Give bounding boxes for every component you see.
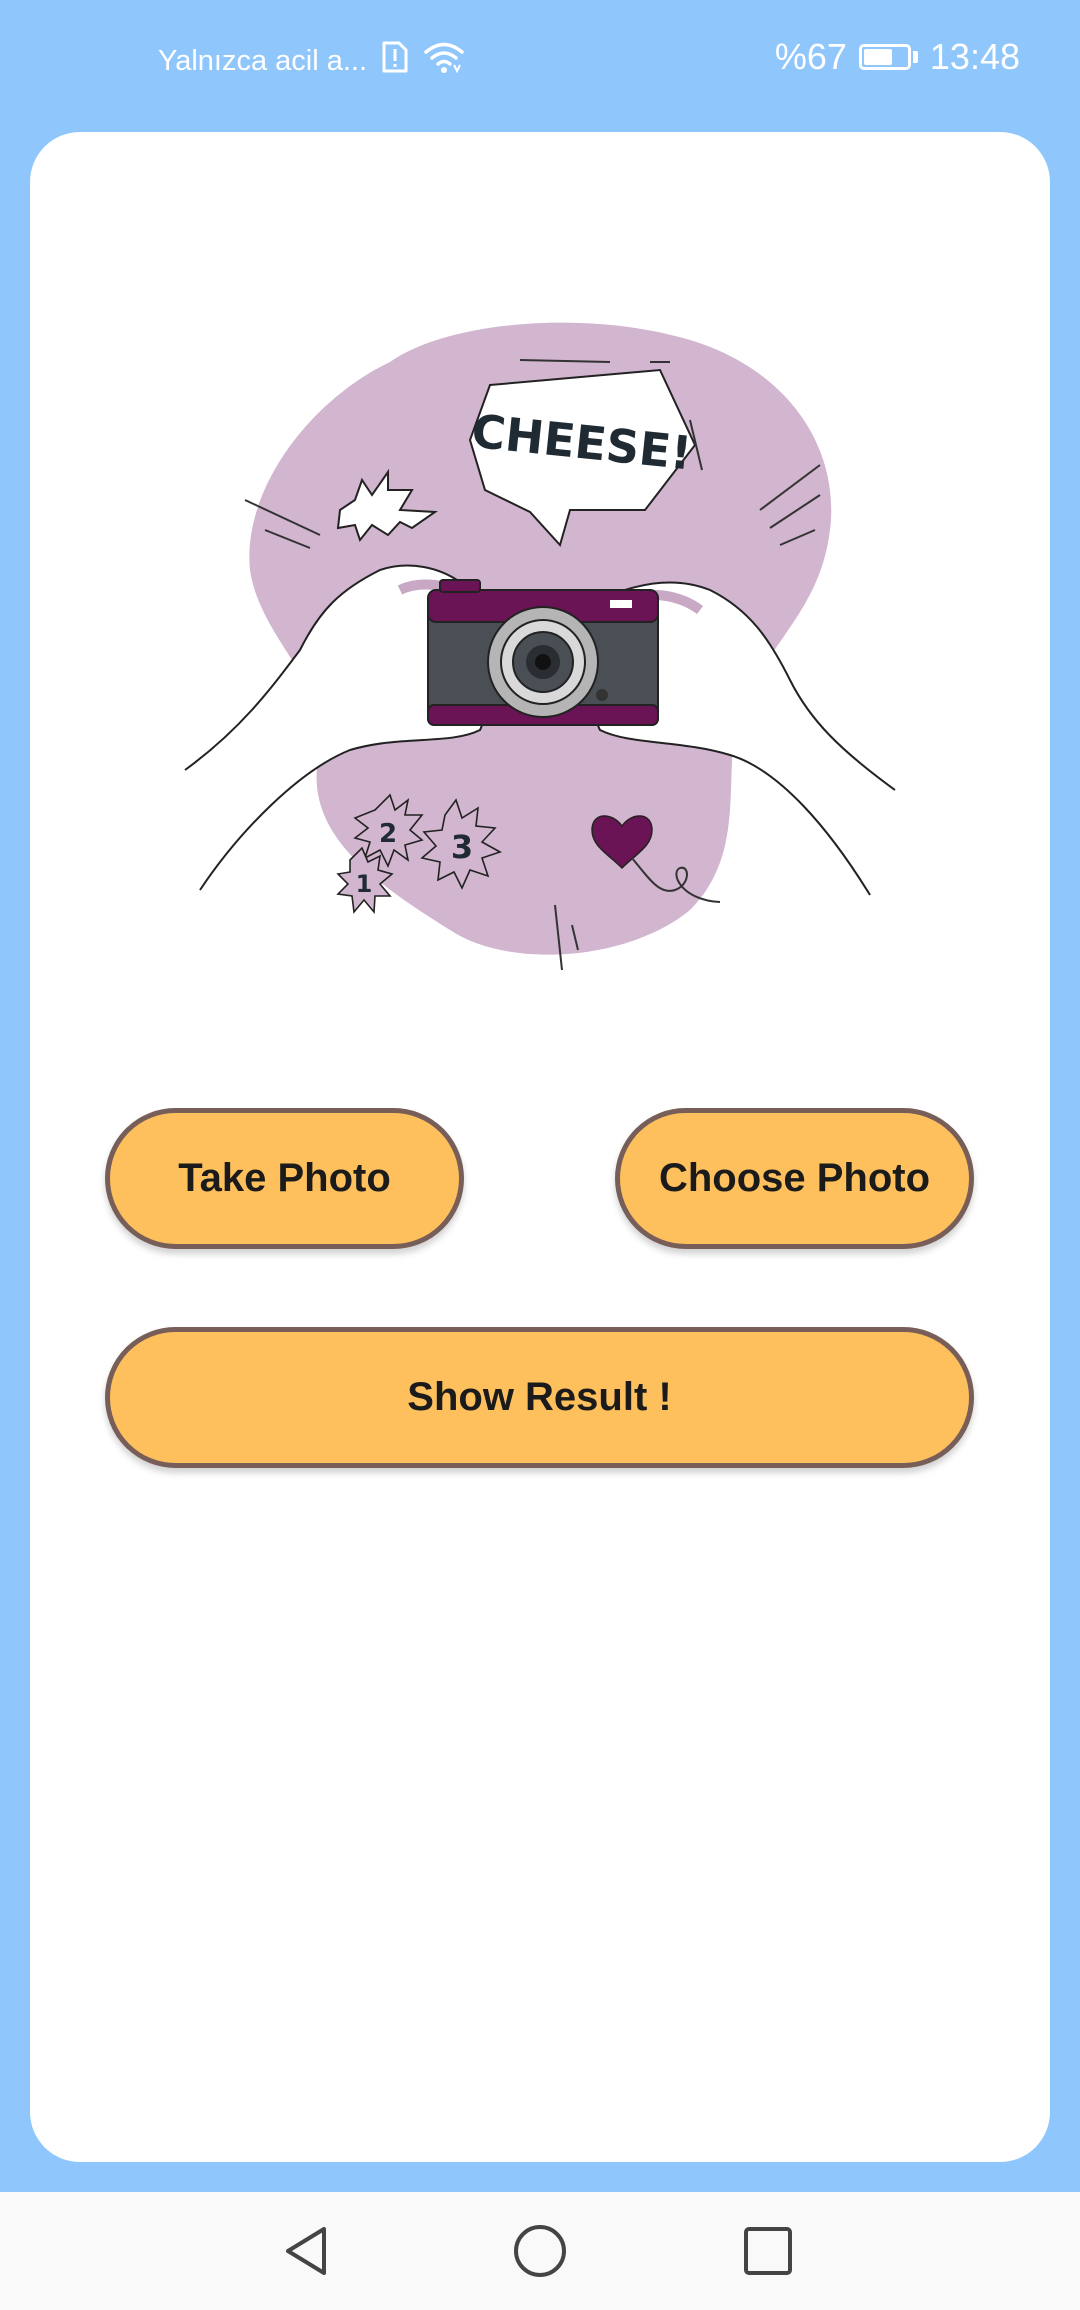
countdown-1: 1 bbox=[356, 870, 373, 898]
status-left: Yalnızca acil a... bbox=[158, 40, 465, 82]
carrier-text: Yalnızca acil a... bbox=[158, 44, 368, 77]
battery-percent: %67 bbox=[774, 36, 847, 77]
choose-photo-button[interactable]: Choose Photo bbox=[615, 1108, 974, 1249]
clock: 13:48 bbox=[929, 36, 1020, 77]
countdown-2: 2 bbox=[379, 819, 397, 849]
wifi-icon bbox=[423, 40, 465, 82]
status-right: %67 13:48 bbox=[775, 36, 1020, 78]
back-button[interactable] bbox=[248, 2192, 368, 2310]
navigation-bar bbox=[0, 2192, 1080, 2310]
sim-alert-icon bbox=[381, 40, 409, 82]
countdown-3: 3 bbox=[451, 828, 473, 866]
battery-fill bbox=[863, 49, 892, 65]
home-button[interactable] bbox=[480, 2192, 600, 2310]
show-result-button[interactable]: Show Result ! bbox=[105, 1327, 974, 1468]
take-photo-button[interactable]: Take Photo bbox=[105, 1108, 464, 1249]
home-icon bbox=[514, 2225, 566, 2277]
battery-nub bbox=[912, 51, 918, 63]
back-icon bbox=[286, 2227, 326, 2275]
status-bar: Yalnızca acil a... %67 13:48 bbox=[0, 0, 1080, 125]
recents-button[interactable] bbox=[708, 2192, 828, 2310]
camera-illustration: CHEESE! 1 2 3 bbox=[150, 190, 930, 990]
battery-charging-icon bbox=[858, 44, 911, 70]
recents-icon bbox=[744, 2227, 792, 2275]
camera-icon bbox=[427, 579, 659, 726]
